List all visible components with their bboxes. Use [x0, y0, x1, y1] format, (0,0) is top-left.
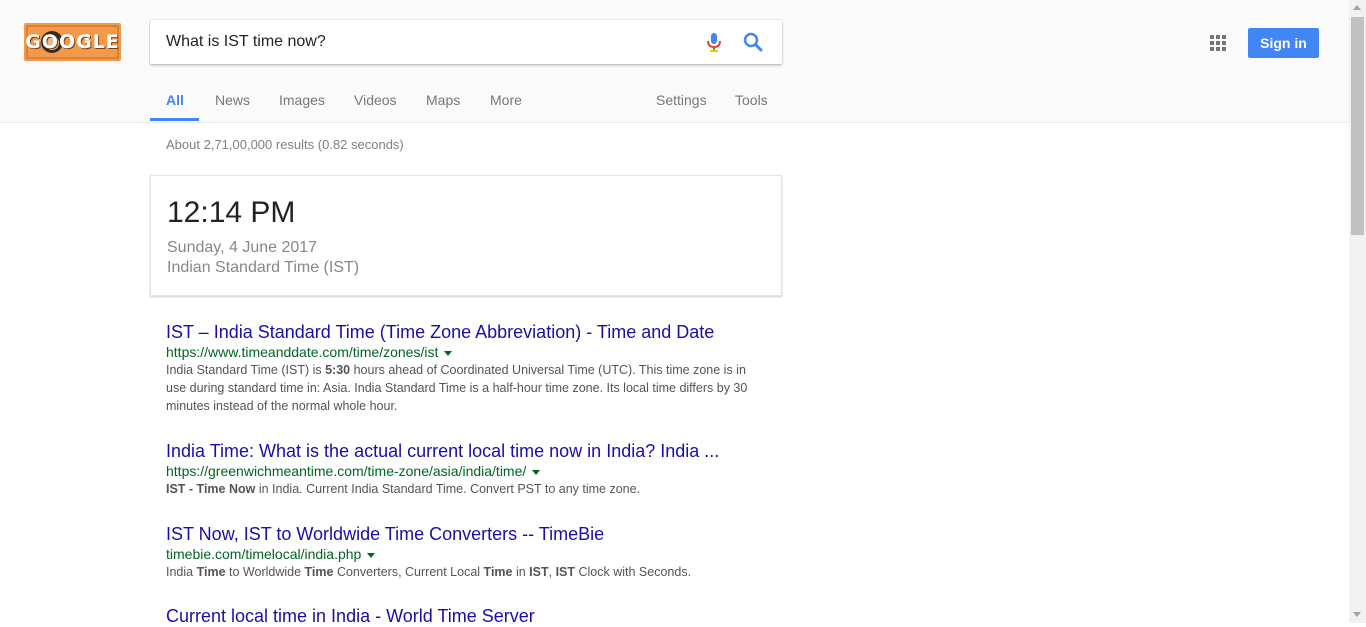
- dropdown-caret-icon[interactable]: [367, 552, 376, 558]
- result-url-text: timebie.com/timelocal/india.php: [166, 546, 362, 562]
- tab-videos[interactable]: Videos: [354, 92, 397, 122]
- scrollbar-thumb[interactable]: [1351, 17, 1364, 235]
- search-tabs: All News Images Videos Maps More Setting…: [0, 86, 1349, 122]
- scroll-up-arrow-icon[interactable]: [1353, 5, 1361, 10]
- result-stats: About 2,71,00,000 results (0.82 seconds): [166, 137, 404, 152]
- tab-news[interactable]: News: [215, 92, 250, 122]
- time-answer-card: 12:14 PM Sunday, 4 June 2017 Indian Stan…: [150, 175, 782, 296]
- tab-images[interactable]: Images: [279, 92, 325, 122]
- search-result: IST – India Standard Time (Time Zone Abb…: [166, 321, 766, 415]
- result-title-link[interactable]: Current local time in India - World Time…: [166, 605, 766, 627]
- tab-maps[interactable]: Maps: [426, 92, 460, 122]
- snippet-text: in India. Current India Standard Time. C…: [255, 482, 641, 496]
- apps-grid-icon[interactable]: [1210, 35, 1226, 51]
- result-snippet: IST - Time Now in India. Current India S…: [166, 480, 766, 498]
- search-input[interactable]: [166, 20, 686, 64]
- snippet-bold: Time: [483, 565, 513, 579]
- tab-more[interactable]: More: [490, 92, 522, 122]
- dropdown-caret-icon[interactable]: [532, 469, 541, 475]
- snippet-text: Clock with Seconds.: [575, 565, 692, 579]
- snippet-bold: 5:30: [325, 363, 351, 377]
- snippet-text: India Standard Time (IST) is: [166, 363, 326, 377]
- tab-tools[interactable]: Tools: [735, 92, 768, 122]
- search-result: India Time: What is the actual current l…: [166, 440, 766, 498]
- snippet-bold: Time: [304, 565, 334, 579]
- result-snippet: India Standard Time (IST) is 5:30 hours …: [166, 361, 766, 415]
- snippet-text: Converters, Current Local: [333, 565, 484, 579]
- snippet-text: India: [166, 565, 197, 579]
- sign-in-button[interactable]: Sign in: [1248, 28, 1319, 58]
- current-time: 12:14 PM: [167, 196, 296, 229]
- result-url: https://www.timeanddate.com/time/zones/i…: [166, 343, 766, 361]
- snippet-bold: IST: [529, 565, 549, 579]
- google-doodle-logo[interactable]: GOOGLE: [24, 23, 121, 61]
- scroll-down-arrow-icon[interactable]: [1353, 612, 1361, 617]
- search-result: IST Now, IST to Worldwide Time Converter…: [166, 523, 766, 581]
- result-title-link[interactable]: IST – India Standard Time (Time Zone Abb…: [166, 321, 766, 343]
- result-title-link[interactable]: India Time: What is the actual current l…: [166, 440, 766, 462]
- snippet-text: ,: [548, 565, 556, 579]
- vertical-scrollbar[interactable]: [1349, 0, 1366, 623]
- snippet-bold: IST - Time Now: [166, 482, 256, 496]
- snippet-bold: Time: [196, 565, 226, 579]
- logo-text: GOOGLE: [25, 31, 120, 53]
- search-result: Current local time in India - World Time…: [166, 605, 766, 627]
- time-zone-name: Indian Standard Time (IST): [167, 259, 360, 276]
- snippet-text: to Worldwide: [225, 565, 305, 579]
- result-url-text: https://www.timeanddate.com/time/zones/i…: [166, 344, 439, 360]
- search-icon[interactable]: [742, 31, 764, 53]
- current-date: Sunday, 4 June 2017: [167, 239, 318, 256]
- snippet-bold: IST: [555, 565, 576, 579]
- result-url: timebie.com/timelocal/india.php: [166, 545, 766, 563]
- snippet-text: in: [512, 565, 530, 579]
- result-title-link[interactable]: IST Now, IST to Worldwide Time Converter…: [166, 523, 766, 545]
- active-tab-indicator: [150, 118, 199, 121]
- tab-settings[interactable]: Settings: [656, 92, 707, 122]
- result-url: https://greenwichmeantime.com/time-zone/…: [166, 462, 766, 480]
- microphone-icon[interactable]: [703, 31, 725, 53]
- dropdown-caret-icon[interactable]: [444, 350, 453, 356]
- result-snippet: India Time to Worldwide Time Converters,…: [166, 563, 766, 581]
- result-url-text: https://greenwichmeantime.com/time-zone/…: [166, 463, 527, 479]
- search-box[interactable]: [150, 20, 782, 64]
- header: GOOGLE Sign in: [0, 0, 1349, 123]
